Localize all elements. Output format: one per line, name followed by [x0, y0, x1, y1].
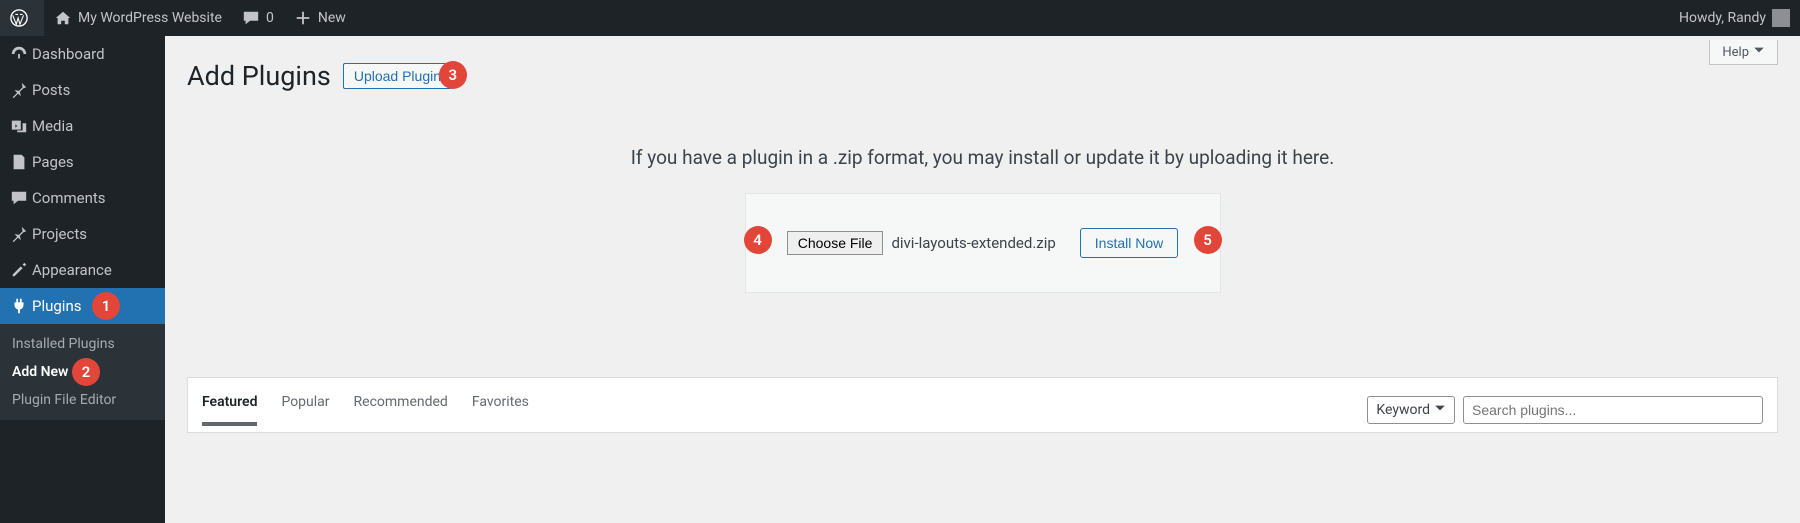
pages-icon: [10, 153, 32, 171]
menu-projects[interactable]: Projects: [0, 216, 165, 252]
tab-featured[interactable]: Featured: [202, 394, 257, 426]
comment-icon: [10, 189, 32, 207]
filter-tabs: Featured Popular Recommended Favorites: [202, 394, 529, 426]
menu-comments[interactable]: Comments: [0, 180, 165, 216]
help-tab[interactable]: Help: [1709, 40, 1778, 65]
pushpin-icon: [10, 225, 32, 243]
comments-link[interactable]: 0: [232, 0, 284, 36]
user-avatar: [1772, 9, 1790, 27]
menu-label: Appearance: [32, 261, 112, 279]
submenu-label: Plugin File Editor: [12, 392, 116, 408]
tab-popular[interactable]: Popular: [281, 394, 329, 426]
plugin-filter-bar: Featured Popular Recommended Favorites K…: [187, 377, 1778, 433]
search-type-select[interactable]: Keyword: [1367, 396, 1455, 424]
site-name: My WordPress Website: [78, 10, 222, 26]
wordpress-icon: [10, 9, 28, 27]
submenu-installed-plugins[interactable]: Installed Plugins: [0, 330, 165, 358]
comments-count: 0: [266, 10, 274, 26]
menu-pages[interactable]: Pages: [0, 144, 165, 180]
tab-favorites[interactable]: Favorites: [472, 394, 529, 426]
menu-media[interactable]: Media: [0, 108, 165, 144]
plugins-icon: [10, 297, 32, 315]
submenu-add-new[interactable]: Add New 2: [0, 358, 165, 386]
upload-plugin-form: 4 Choose File divi-layouts-extended.zip …: [745, 193, 1221, 293]
admin-top-bar: My WordPress Website 0 New Howdy, Randy: [0, 0, 1800, 36]
appearance-icon: [10, 261, 32, 279]
media-icon: [10, 117, 32, 135]
annotation-badge-5: 5: [1194, 226, 1222, 254]
menu-label: Projects: [32, 225, 87, 243]
annotation-badge-2: 2: [72, 358, 100, 386]
greeting: Howdy, Randy: [1679, 10, 1766, 26]
menu-plugins[interactable]: Plugins 1: [0, 288, 165, 324]
admin-sidebar: Dashboard Posts Media Pages Comments: [0, 36, 165, 523]
plugins-submenu: Installed Plugins Add New 2 Plugin File …: [0, 324, 165, 420]
menu-dashboard[interactable]: Dashboard: [0, 36, 165, 72]
menu-label: Pages: [32, 153, 74, 171]
page-title: Add Plugins: [187, 60, 331, 92]
chevron-down-icon: [1753, 44, 1765, 60]
submenu-label: Installed Plugins: [12, 336, 115, 352]
plugin-search-wrap: Keyword: [1367, 396, 1763, 424]
selected-filename: divi-layouts-extended.zip: [891, 234, 1055, 252]
menu-appearance[interactable]: Appearance: [0, 252, 165, 288]
menu-label: Plugins: [32, 297, 81, 315]
dashboard-icon: [10, 45, 32, 63]
menu-label: Posts: [32, 81, 70, 99]
new-content-link[interactable]: New: [284, 0, 356, 36]
upload-hint-text: If you have a plugin in a .zip format, y…: [187, 146, 1778, 169]
annotation-badge-1: 1: [92, 292, 120, 320]
my-account-link[interactable]: Howdy, Randy: [1669, 0, 1800, 36]
menu-label: Comments: [32, 189, 106, 207]
help-label: Help: [1722, 45, 1749, 60]
plus-icon: [294, 9, 312, 27]
pushpin-icon: [10, 81, 32, 99]
menu-posts[interactable]: Posts: [0, 72, 165, 108]
install-now-button[interactable]: Install Now: [1080, 228, 1178, 258]
submenu-label: Add New: [12, 364, 68, 380]
home-icon: [54, 9, 72, 27]
page-title-row: Add Plugins Upload Plugin 3: [187, 60, 1778, 92]
new-label: New: [318, 10, 346, 26]
menu-label: Dashboard: [32, 45, 105, 63]
menu-label: Media: [32, 117, 73, 135]
chevron-down-icon: [1434, 402, 1446, 418]
search-plugins-input[interactable]: [1463, 396, 1763, 424]
wordpress-logo[interactable]: [0, 0, 44, 36]
site-name-link[interactable]: My WordPress Website: [44, 0, 232, 36]
tab-recommended[interactable]: Recommended: [354, 394, 448, 426]
main-content: Help Add Plugins Upload Plugin 3 If you …: [165, 36, 1800, 523]
choose-file-button[interactable]: Choose File: [787, 231, 884, 255]
comment-icon: [242, 9, 260, 27]
submenu-plugin-file-editor[interactable]: Plugin File Editor: [0, 386, 165, 414]
upload-plugin-button[interactable]: Upload Plugin: [343, 63, 452, 89]
annotation-badge-4: 4: [744, 226, 772, 254]
search-type-label: Keyword: [1376, 402, 1430, 418]
